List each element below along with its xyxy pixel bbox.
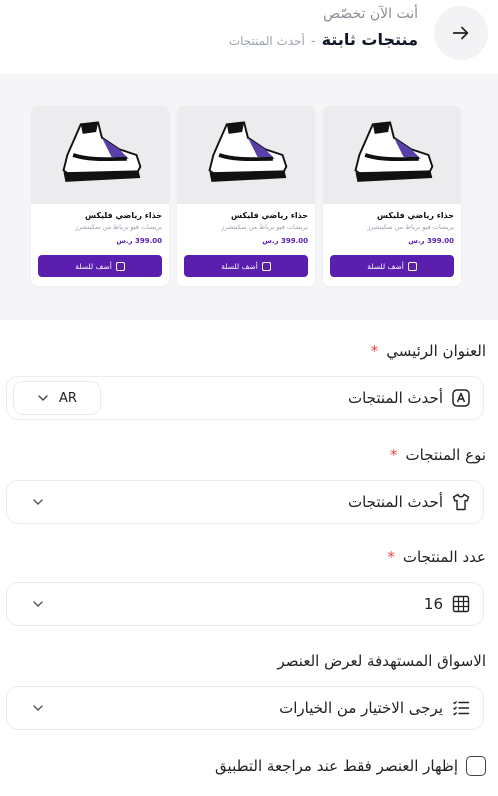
markets-select[interactable]: يرجى الاختيار من الخيارات [6, 686, 484, 730]
product-count-label-text: عدد المنتجات [402, 548, 486, 566]
main-title-label: العنوان الرئيسي * [371, 342, 486, 360]
markets-label: الاسواق المستهدفة لعرض العنصر [278, 652, 486, 670]
product-type-label-text: نوع المنتجات [405, 446, 486, 464]
bag-icon [115, 261, 125, 271]
review-only-option[interactable]: إظهار العنصر فقط عند مراجعة التطبيق [215, 756, 486, 776]
required-mark: * [370, 342, 379, 360]
grid-icon [451, 594, 471, 614]
bag-icon [261, 261, 271, 271]
product-description: بريشات فيو برباط من سكيتشرز [221, 223, 308, 231]
product-image [323, 106, 461, 204]
product-description: بريشات فيو برباط من سكيتشرز [75, 223, 162, 231]
product-price: 399.00 ر.س [116, 237, 162, 245]
product-type-select[interactable]: أحدث المنتجات [6, 480, 484, 524]
product-description: بريشات فيو برباط من سكيتشرز [367, 223, 454, 231]
markets-label-text: الاسواق المستهدفة لعرض العنصر [277, 652, 486, 670]
page-title: منتجات ثابتة [321, 30, 418, 49]
main-title-value: أحدث المنتجات [347, 389, 443, 407]
product-price: 399.00 ر.س [262, 237, 308, 245]
required-mark: * [387, 548, 395, 566]
product-price: 399.00 ر.س [408, 237, 454, 245]
breadcrumb-item: أحدث المنتجات [228, 34, 305, 48]
add-to-cart-button[interactable]: أضف للسلة [184, 255, 308, 277]
product-card[interactable]: حذاء رياضي فليكس بريشات فيو برباط من سكي… [31, 106, 169, 286]
product-type-value: أحدث المنتجات [347, 493, 443, 511]
arrow-right-icon [452, 26, 469, 40]
review-only-checkbox[interactable] [466, 756, 486, 776]
breadcrumb: منتجات ثابتة - أحدث المنتجات [229, 30, 418, 49]
product-name: حذاء رياضي فليكس [377, 211, 454, 220]
chevron-down-icon [33, 705, 43, 711]
product-image [31, 106, 169, 204]
back-button[interactable] [434, 6, 488, 60]
add-to-cart-label: أضف للسلة [367, 261, 404, 271]
add-to-cart-button[interactable]: أضف للسلة [38, 255, 162, 277]
add-to-cart-button[interactable]: أضف للسلة [330, 255, 454, 277]
customizing-label: أنت الآن تخصّص [323, 6, 418, 22]
product-name: حذاء رياضي فليكس [85, 211, 162, 220]
chevron-down-icon [33, 601, 43, 607]
main-title-label-text: العنوان الرئيسي [386, 342, 486, 360]
bag-icon [407, 261, 417, 271]
add-to-cart-label: أضف للسلة [221, 261, 258, 271]
product-name: حذاء رياضي فليكس [231, 211, 308, 220]
chevron-down-icon [33, 499, 43, 505]
required-mark: * [390, 446, 398, 464]
product-count-value: 16 [423, 595, 443, 613]
list-icon [451, 698, 471, 718]
page-header: أنت الآن تخصّص منتجات ثابتة - أحدث المنت… [0, 0, 498, 70]
review-only-label: إظهار العنصر فقط عند مراجعة التطبيق [215, 757, 458, 775]
add-to-cart-label: أضف للسلة [75, 261, 112, 271]
sneaker-icon [62, 121, 142, 182]
product-image [177, 106, 315, 204]
chevron-down-icon [38, 395, 48, 401]
markets-placeholder: يرجى الاختيار من الخيارات [279, 699, 443, 717]
product-count-label: عدد المنتجات * [387, 548, 486, 566]
product-card[interactable]: حذاء رياضي فليكس بريشات فيو برباط من سكي… [323, 106, 461, 286]
sneaker-icon [208, 121, 288, 182]
language-value: AR [59, 390, 77, 406]
products-preview: حذاء رياضي فليكس بريشات فيو برباط من سكي… [0, 74, 498, 320]
tshirt-icon [451, 492, 471, 512]
product-count-select[interactable]: 16 [6, 582, 484, 626]
language-select[interactable]: AR [13, 381, 101, 415]
breadcrumb-separator: - [310, 34, 316, 49]
product-card[interactable]: حذاء رياضي فليكس بريشات فيو برباط من سكي… [177, 106, 315, 286]
text-format-icon [451, 388, 471, 408]
main-title-field[interactable]: أحدث المنتجات AR [6, 376, 484, 420]
sneaker-icon [354, 121, 434, 182]
product-type-label: نوع المنتجات * [390, 446, 486, 464]
